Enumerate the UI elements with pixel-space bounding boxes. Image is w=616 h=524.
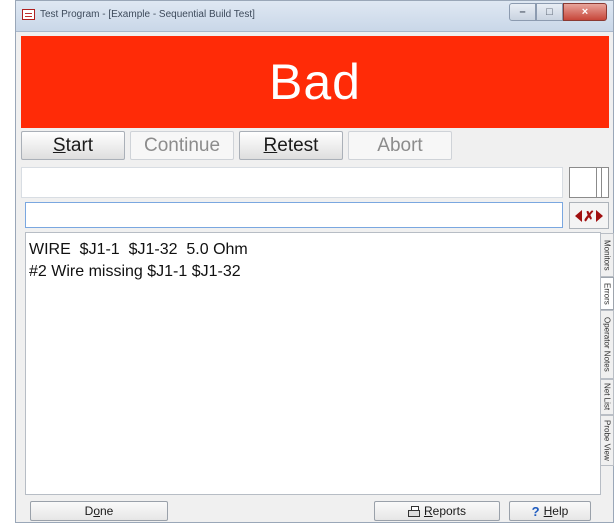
maximize-icon: □ [546, 6, 553, 18]
abort-label: Abort [377, 134, 423, 156]
start-button[interactable]: Start [21, 131, 125, 160]
done-button[interactable]: Done [30, 501, 168, 521]
help-label-post: elp [552, 504, 569, 518]
close-button[interactable]: × [563, 3, 607, 21]
tab-probe-view-label: Probe View [602, 420, 612, 461]
error-navigation-button[interactable]: ✗ [569, 202, 609, 229]
abort-button[interactable]: Abort [348, 131, 452, 160]
reports-label-key: R [423, 504, 433, 518]
help-label-key: H [543, 504, 553, 518]
output-line: WIRE $J1-1 $J1-32 5.0 Ohm [29, 241, 248, 258]
tab-probe-view[interactable]: Probe View [601, 415, 614, 466]
help-icon: ? [531, 503, 540, 519]
retest-label-key: R [263, 134, 278, 156]
arrow-right-icon [595, 209, 603, 222]
done-label-pre: D [84, 504, 94, 518]
status-text: Bad [269, 54, 361, 110]
indicator-box [569, 167, 609, 198]
info-display [21, 167, 563, 198]
error-help-icon: ✗ [583, 207, 595, 224]
tab-net-list[interactable]: Net List [601, 379, 614, 415]
tab-monitors[interactable]: Monitors [601, 233, 614, 277]
minimize-button[interactable]: – [509, 3, 536, 21]
window-controls: – □ × [509, 3, 607, 23]
tab-monitors-label: Monitors [602, 239, 612, 271]
tab-net-list-label: Net List [602, 383, 612, 411]
help-button[interactable]: ? Help [509, 501, 591, 521]
app-icon [22, 9, 35, 20]
start-label-key: S [52, 134, 66, 156]
retest-label-post: etest [277, 134, 319, 156]
test-program-window: Test Program - [Example - Sequential Bui… [15, 0, 614, 523]
close-icon: × [581, 6, 589, 18]
title-bar[interactable]: Test Program - [Example - Sequential Bui… [16, 1, 613, 32]
done-label-key: o [93, 504, 100, 518]
printer-icon [407, 506, 420, 517]
bottom-bar: Done Reports ? Help [16, 498, 615, 524]
window-title: Test Program - [Example - Sequential Bui… [40, 9, 255, 20]
reports-button[interactable]: Reports [374, 501, 500, 521]
tab-errors-label: Errors [602, 282, 612, 305]
start-label-post: tart [65, 134, 94, 156]
maximize-button[interactable]: □ [536, 3, 563, 21]
tab-operator-notes[interactable]: Operator Notes [601, 310, 614, 379]
tab-errors[interactable]: Errors [601, 277, 614, 310]
reports-label-post: eports [432, 504, 467, 518]
command-input[interactable] [25, 202, 563, 228]
retest-button[interactable]: Retest [239, 131, 343, 160]
arrow-left-icon [575, 209, 583, 222]
tab-operator-notes-label: Operator Notes [602, 317, 612, 372]
minimize-icon: – [519, 6, 526, 18]
continue-button[interactable]: Continue [130, 131, 234, 160]
error-output-panel: WIRE $J1-1 $J1-32 5.0 Ohm #2 Wire missin… [25, 232, 601, 495]
output-line: #2 Wire missing $J1-1 $J1-32 [29, 263, 241, 280]
status-banner: Bad [21, 36, 609, 128]
continue-label: Continue [143, 134, 221, 156]
toolbar: Start Continue Retest Abort [21, 131, 457, 161]
done-label-post: ne [100, 504, 114, 518]
